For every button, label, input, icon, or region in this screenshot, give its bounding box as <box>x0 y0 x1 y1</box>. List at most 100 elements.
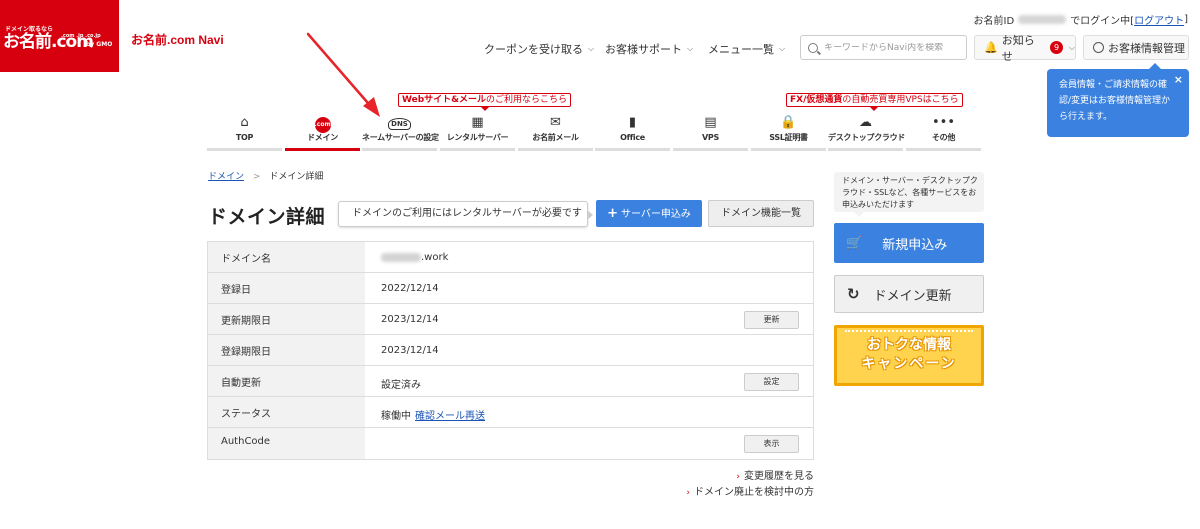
tab-mail[interactable]: ✉ お名前メール <box>518 113 593 151</box>
domain-tld: .work <box>421 252 449 263</box>
tab-rental-server[interactable]: ▦ レンタルサーバー <box>440 113 515 151</box>
annotation-arrow-icon <box>306 32 380 117</box>
renew-button[interactable]: 更新 <box>744 311 799 329</box>
tab-office-label: Office <box>620 133 645 142</box>
chevron-right-icon: › <box>736 472 740 482</box>
login-prefix: お名前ID <box>973 16 1015 27</box>
fx-vps-notice-rest: の自動売買専用VPSはこちら <box>842 95 959 105</box>
nav-menu[interactable]: メニュー一覧 ⌵ <box>708 41 785 57</box>
campaign-line1: おトクな情報 <box>867 337 951 353</box>
user-icon <box>1093 42 1104 53</box>
logo-sub: .com .jp .co.jp <box>61 33 101 39</box>
onamae-logo[interactable]: ドメイン取るなら お名前.com .com .jp .co.jp by GMO <box>0 0 119 72</box>
account-button[interactable]: お客様情報管理 <box>1083 35 1189 60</box>
banner-decoration <box>845 330 973 334</box>
user-id-blurred <box>1018 15 1067 24</box>
tab-domain[interactable]: .com ドメイン <box>285 113 360 151</box>
chevron-down-icon: ⌵ <box>779 44 786 53</box>
table-row: ステータス 稼働中 確認メール再送 <box>208 397 813 428</box>
domain-detail-table: ドメイン名 .work 登録日 2022/12/14 更新期限日 2023/12… <box>207 241 814 460</box>
home-icon: ⌂ <box>240 115 249 130</box>
tab-rental-server-label: レンタルサーバー <box>446 133 509 142</box>
change-history-label: 変更履歴を見る <box>744 471 814 482</box>
fx-vps-notice[interactable]: FX/仮想通貨の自動売買専用VPSはこちら <box>786 93 963 111</box>
search-input[interactable] <box>824 42 964 53</box>
new-application-label: 新規申込み <box>882 237 948 253</box>
domain-renew-label: ドメイン更新 <box>873 288 952 304</box>
resend-confirmation-link[interactable]: 確認メール再送 <box>415 407 485 422</box>
auto-renew-settings-button[interactable]: 設定 <box>744 373 799 391</box>
close-icon[interactable]: × <box>1174 72 1183 88</box>
tab-other[interactable]: ••• その他 <box>906 113 981 151</box>
chevron-down-icon: ⌵ <box>1068 42 1075 52</box>
chevron-down-icon: ⌵ <box>588 44 595 53</box>
tab-vps[interactable]: ▤ VPS <box>673 113 748 151</box>
row-value: .work <box>365 242 813 272</box>
new-application-button[interactable]: 🛒 新規申込み <box>834 223 984 263</box>
show-authcode-button[interactable]: 表示 <box>744 435 799 453</box>
account-tooltip: × 会員情報・ご請求情報の確認/変更はお客様情報管理から行えます。 <box>1047 63 1189 137</box>
row-value: 2022/12/14 <box>381 283 439 294</box>
notice-label: お知らせ <box>1001 33 1035 63</box>
logo-gmo: by GMO <box>86 41 113 48</box>
nav-support-label: お客様サポート <box>605 43 682 56</box>
mail-icon: ✉ <box>550 115 561 130</box>
tab-desktop-cloud-label: デスクトップクラウド <box>828 133 905 142</box>
web-mail-notice-bold: Webサイト&メール <box>402 95 487 105</box>
notice-button[interactable]: 🔔 お知らせ 9 ⌵ <box>974 34 1076 63</box>
tab-top[interactable]: ⌂ TOP <box>207 113 282 151</box>
row-label: 自動更新 <box>208 366 365 396</box>
row-label: 登録期限日 <box>208 335 365 365</box>
tab-ssl-label: SSL証明書 <box>769 133 808 142</box>
vps-icon: ▤ <box>704 115 717 130</box>
domain-cancel-label: ドメイン廃止を検討中の方 <box>694 487 814 498</box>
campaign-line2: キャンペーン <box>861 356 957 372</box>
domain-renew-button[interactable]: ↻ ドメイン更新 <box>834 275 984 313</box>
tab-ssl[interactable]: 🔒 SSL証明書 <box>751 113 826 151</box>
bell-icon: 🔔 <box>984 41 998 54</box>
page-title: ドメイン詳細 <box>208 206 326 228</box>
login-status: お名前ID でログイン中[ ログアウト ] <box>974 12 1188 27</box>
breadcrumb-domain-link[interactable]: ドメイン <box>208 172 244 182</box>
row-label: 更新期限日 <box>208 304 365 334</box>
fx-vps-notice-bold: FX/仮想通貨 <box>790 95 843 105</box>
server-apply-button[interactable]: + サーバー申込み <box>596 200 702 227</box>
tab-desktop-cloud[interactable]: ☁ デスクトップクラウド <box>828 113 905 151</box>
dns-icon: DNS <box>362 113 437 133</box>
tab-domain-label: ドメイン <box>307 133 338 142</box>
refresh-icon: ↻ <box>847 285 860 303</box>
account-label: お客様情報管理 <box>1108 41 1185 55</box>
change-history-link[interactable]: › 変更履歴を見る <box>686 469 814 485</box>
nav-coupon-label: クーポンを受け取る <box>484 43 583 56</box>
row-value: 2023/12/14 <box>381 345 439 356</box>
sidebar-callout: ドメイン・サーバー・デスクトップクラウド・SSLなど、各種サービスをお申込みいた… <box>834 172 984 217</box>
login-close: ] <box>1184 14 1188 25</box>
web-mail-notice-rest: のご利用ならこちら <box>486 95 568 105</box>
row-label: 登録日 <box>208 273 365 303</box>
nav-coupon[interactable]: クーポンを受け取る ⌵ <box>484 41 594 57</box>
row-label: ステータス <box>208 397 365 427</box>
campaign-banner[interactable]: おトクな情報 キャンペーン <box>834 325 984 386</box>
office-icon: ▮ <box>628 115 637 130</box>
web-mail-notice[interactable]: Webサイト&メールのご利用ならこちら <box>398 93 572 111</box>
chevron-right-icon: › <box>686 488 690 498</box>
row-label: ドメイン名 <box>208 242 365 272</box>
dotcom-icon: .com <box>285 113 360 133</box>
breadcrumb-current: ドメイン詳細 <box>269 172 324 182</box>
table-row: 自動更新 設定済み 設定 <box>208 366 813 397</box>
more-icon: ••• <box>931 115 955 130</box>
logout-link[interactable]: ログアウト <box>1134 12 1184 27</box>
tab-nameserver[interactable]: DNS ネームサーバーの設定 <box>362 113 439 151</box>
domain-cancel-link[interactable]: › ドメイン廃止を検討中の方 <box>686 485 814 501</box>
breadcrumb: ドメイン > ドメイン詳細 <box>208 169 323 182</box>
table-row: AuthCode 表示 <box>208 428 813 459</box>
plus-icon: + <box>607 206 618 221</box>
nav-support[interactable]: お客様サポート ⌵ <box>605 41 693 57</box>
domain-features-button[interactable]: ドメイン機能一覧 <box>708 200 814 227</box>
status-value: 稼働中 <box>381 411 411 422</box>
tooltip-text: 会員情報・ご請求情報の確認/変更はお客様情報管理から行えます。 <box>1059 80 1171 122</box>
chevron-down-icon: ⌵ <box>687 44 694 53</box>
tab-office[interactable]: ▮ Office <box>595 113 670 151</box>
navi-title: お名前.com Navi <box>131 33 224 47</box>
search-icon <box>808 42 818 53</box>
